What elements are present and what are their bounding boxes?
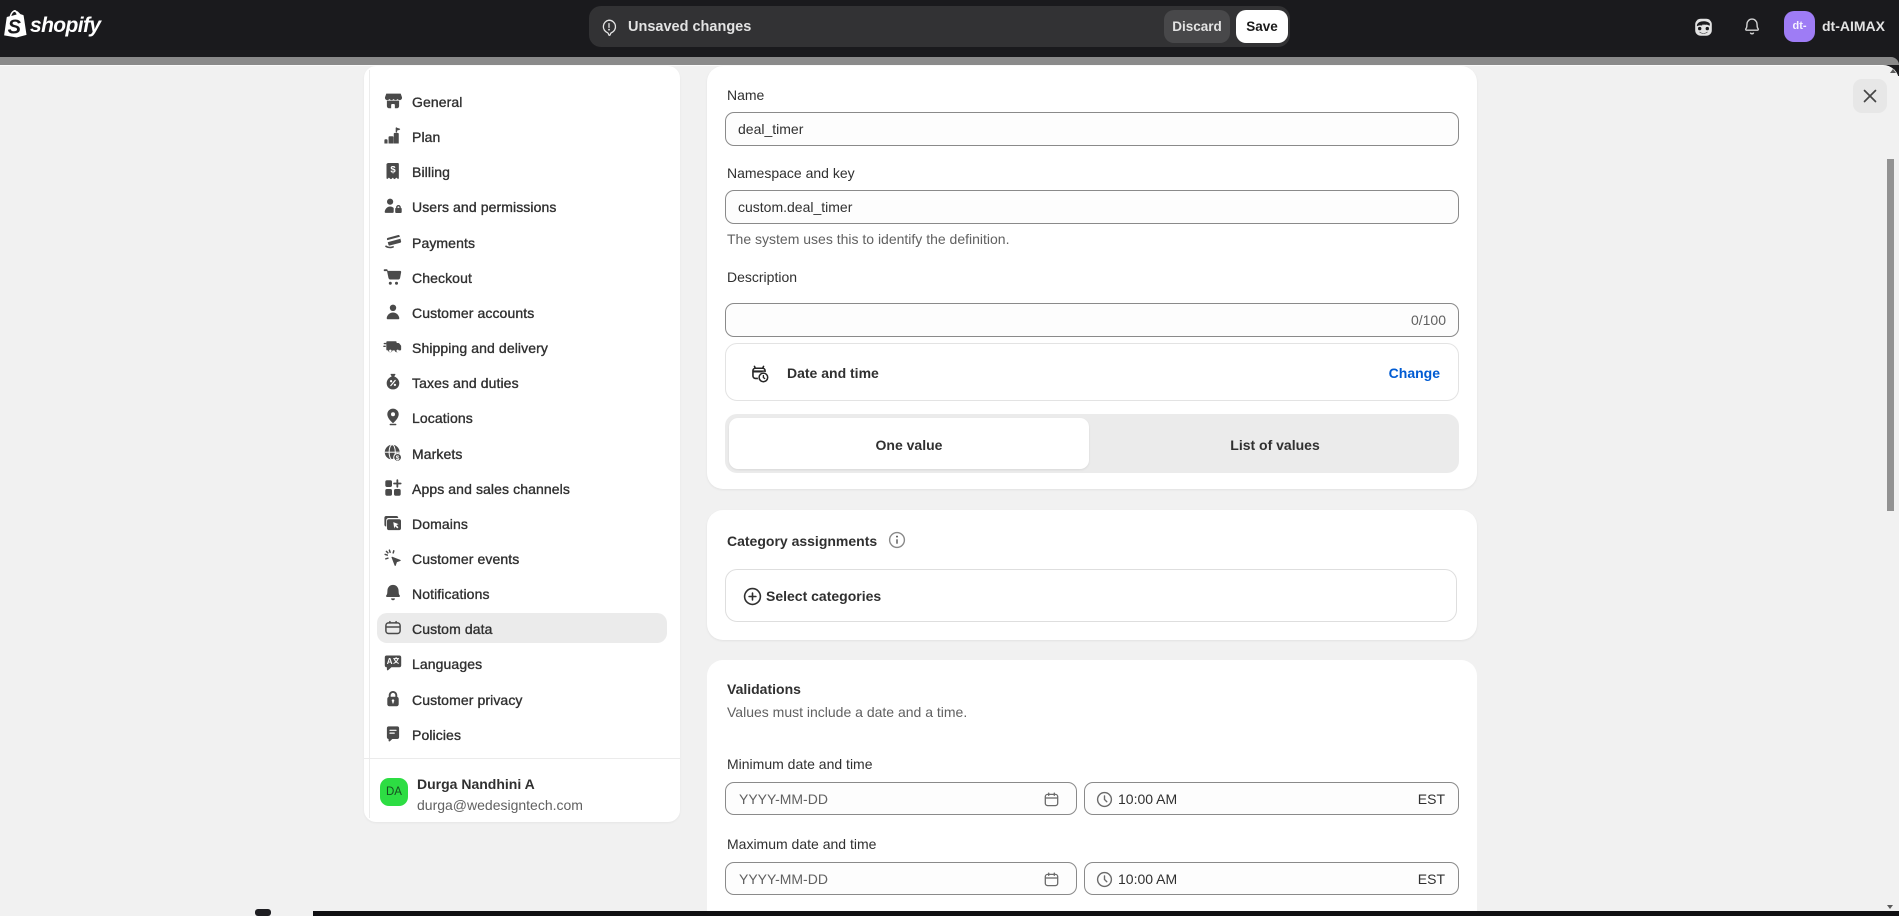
svg-text:$: $ [396, 455, 400, 462]
svg-text:A: A [387, 658, 393, 667]
svg-text:shopify: shopify [30, 14, 102, 37]
svg-text:$: $ [390, 165, 396, 176]
svg-text:S: S [8, 17, 22, 39]
